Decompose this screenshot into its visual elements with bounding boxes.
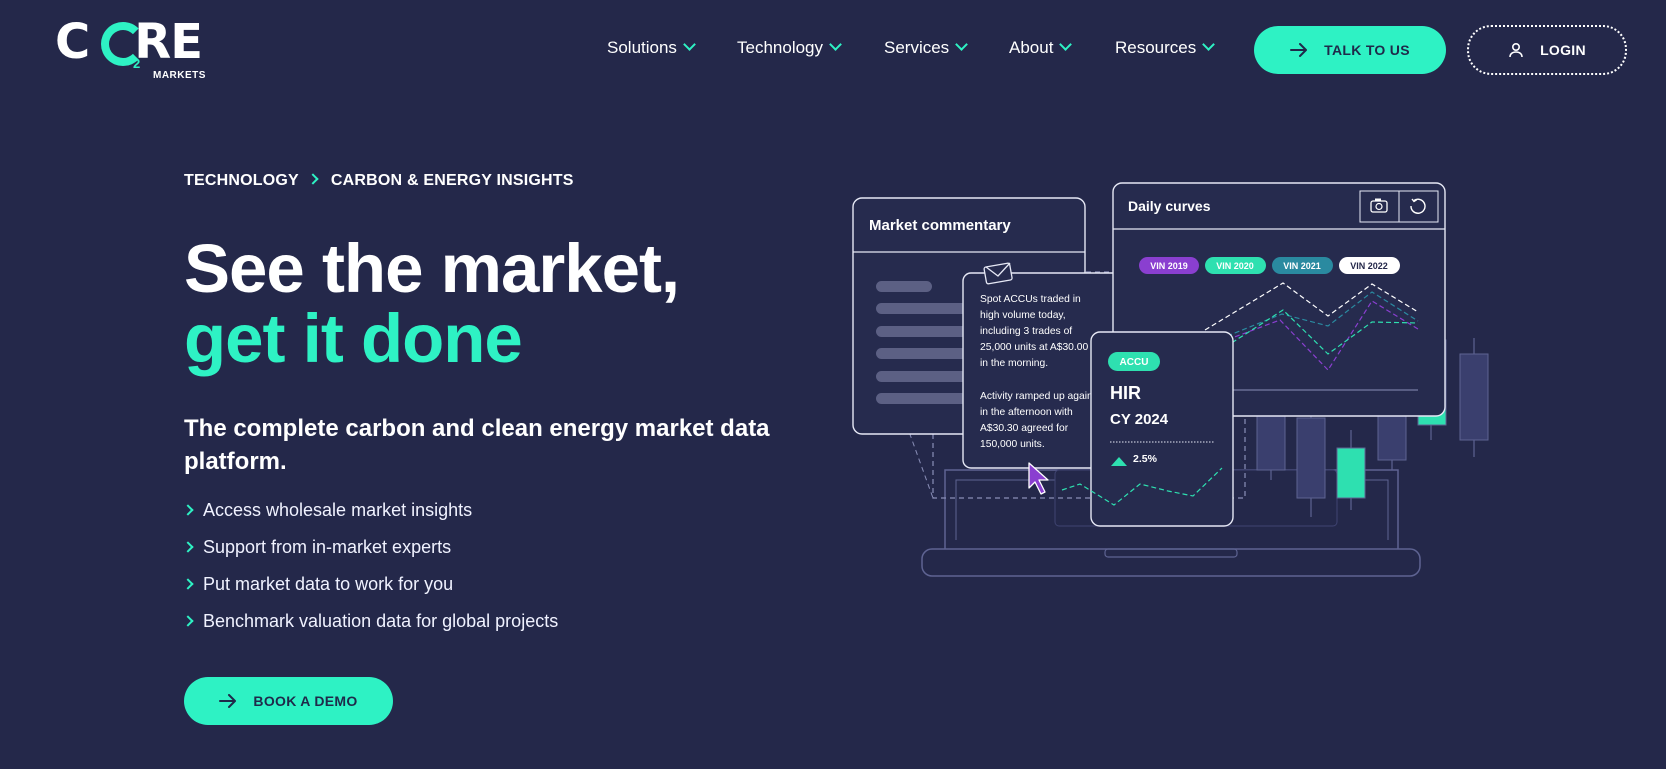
triangle-up-icon xyxy=(1111,457,1127,466)
candle xyxy=(1256,409,1286,471)
nav-solutions-label: Solutions xyxy=(607,38,677,57)
nav-technology[interactable]: Technology xyxy=(737,38,842,58)
curve-vin-2021 xyxy=(1204,291,1419,346)
vin-2022-tag: VIN 2022 xyxy=(1339,257,1400,274)
message-bubble xyxy=(962,272,1124,469)
arrow-right-icon xyxy=(219,694,237,708)
nav-services-label: Services xyxy=(884,38,950,57)
card-title: HIR xyxy=(1110,383,1141,403)
book-a-demo-button[interactable]: BOOK A DEMO xyxy=(184,677,393,725)
chevron-down-icon xyxy=(1059,38,1073,51)
login-button[interactable]: LOGIN xyxy=(1467,25,1627,75)
laptop-notch xyxy=(1104,548,1238,558)
nav-about-label: About xyxy=(1009,38,1054,57)
message-text-1: Spot ACCUs traded in high volume today, … xyxy=(980,294,1091,369)
list-item: Benchmark valuation data for global proj… xyxy=(182,611,559,648)
arrow-right-icon xyxy=(1290,43,1308,57)
accu-badge: ACCU xyxy=(1120,357,1149,368)
market-commentary-panel xyxy=(852,197,1086,435)
curve-vin-2022 xyxy=(1204,282,1419,331)
feature-text: Access wholesale market insights xyxy=(203,500,473,520)
list-item: Support from in-market experts xyxy=(182,537,558,574)
pointer-cursor-icon xyxy=(1028,462,1049,495)
platform-illustration: Market commentary Spot ACCUs traded in h… xyxy=(852,182,1489,577)
chevron-right-icon xyxy=(182,541,194,553)
candle xyxy=(1459,353,1489,441)
curve-vin-2020 xyxy=(1204,309,1419,361)
card-subtitle: CY 2024 xyxy=(1110,411,1169,428)
message-text-2: Activity ramped up again in the afternoo… xyxy=(980,391,1096,450)
talk-to-us-button[interactable]: TALK TO US xyxy=(1254,26,1446,74)
logo-subscript: 2 xyxy=(133,56,141,71)
page-subtitle: The complete carbon and clean energy mar… xyxy=(184,415,770,475)
breadcrumb-technology[interactable]: TECHNOLOGY xyxy=(184,172,299,189)
headline-plain: See the market, xyxy=(184,230,680,307)
book-a-demo-label: BOOK A DEMO xyxy=(253,693,358,709)
svg-text:VIN 2021: VIN 2021 xyxy=(1283,261,1321,271)
nav-technology-label: Technology xyxy=(737,38,824,57)
nav-resources[interactable]: Resources xyxy=(1115,38,1216,58)
candle xyxy=(1417,339,1447,426)
login-label: LOGIN xyxy=(1540,42,1586,58)
core-markets-logo[interactable]: C RE 2 MARKETS xyxy=(55,16,215,84)
svg-text:VIN 2020: VIN 2020 xyxy=(1216,261,1254,271)
chevron-right-icon xyxy=(182,578,194,590)
daily-curves-panel xyxy=(1112,182,1446,417)
curves-title: Daily curves xyxy=(1128,198,1211,214)
chevron-right-icon xyxy=(307,173,319,185)
vin-2019-tag: VIN 2019 xyxy=(1139,257,1199,274)
candle xyxy=(1377,407,1407,461)
breadcrumb: TECHNOLOGY CARBON & ENERGY INSIGHTS xyxy=(184,172,574,190)
laptop-screen-frame xyxy=(944,469,1399,549)
curve-vin-2019 xyxy=(1204,300,1419,371)
envelope-icon xyxy=(983,262,1013,285)
feature-list: Access wholesale market insights Support… xyxy=(182,500,559,648)
feature-text: Put market data to work for you xyxy=(203,574,454,594)
chevron-right-icon xyxy=(182,504,194,516)
nav-services[interactable]: Services xyxy=(884,38,969,58)
chevron-down-icon xyxy=(1202,38,1216,51)
page-title: See the market, get it done xyxy=(184,234,784,374)
card-change: 2.5% xyxy=(1133,453,1158,465)
svg-text:VIN 2022: VIN 2022 xyxy=(1350,261,1388,271)
breadcrumb-current: CARBON & ENERGY INSIGHTS xyxy=(330,172,574,189)
commentary-title: Market commentary xyxy=(869,217,1011,234)
nav-resources-label: Resources xyxy=(1115,38,1197,57)
refresh-icon xyxy=(1410,198,1426,214)
laptop-screen-inner xyxy=(955,479,1389,540)
talk-to-us-label: TALK TO US xyxy=(1324,42,1410,58)
card-sparkline xyxy=(1061,467,1223,506)
logo-tagline: MARKETS xyxy=(153,70,206,81)
candle xyxy=(1336,447,1366,499)
headline-accent: get it done xyxy=(184,300,523,377)
nav-about[interactable]: About xyxy=(1009,38,1073,58)
accu-card xyxy=(1090,331,1234,527)
chevron-right-icon xyxy=(182,615,194,627)
list-item: Put market data to work for you xyxy=(182,574,558,611)
feature-text: Benchmark valuation data for global proj… xyxy=(203,611,559,631)
chevron-down-icon xyxy=(683,38,696,51)
vin-2020-tag: VIN 2020 xyxy=(1205,257,1266,274)
vin-2021-tag: VIN 2021 xyxy=(1272,257,1333,274)
laptop-base xyxy=(921,548,1421,577)
chevron-down-icon xyxy=(955,38,969,51)
dashed-selection-frame xyxy=(932,271,1246,499)
nav-solutions[interactable]: Solutions xyxy=(607,38,696,58)
chevron-down-icon xyxy=(829,38,842,51)
laptop-window xyxy=(1054,469,1338,527)
svg-text:VIN 2019: VIN 2019 xyxy=(1150,261,1188,271)
list-item: Access wholesale market insights xyxy=(182,500,558,537)
user-icon xyxy=(1509,42,1523,58)
candle xyxy=(1296,417,1326,499)
feature-text: Support from in-market experts xyxy=(203,537,452,557)
camera-icon xyxy=(1370,198,1388,213)
